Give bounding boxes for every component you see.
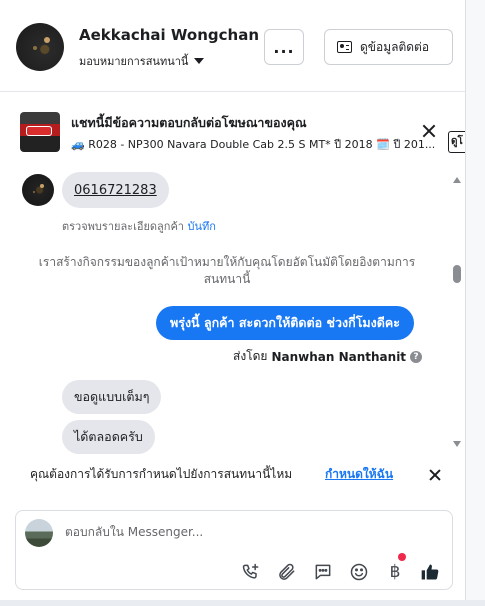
- ad-banner-title: แชทนี้มีข้อความตอบกลับต่อโฆษณาของคุณ: [71, 115, 307, 130]
- assign-reminder-bar: คุณต้องการได้รับการกำหนดไปยังการสนทนานี้…: [0, 454, 466, 496]
- thumbs-up-icon[interactable]: [419, 561, 441, 583]
- reminder-close-button[interactable]: [426, 466, 444, 484]
- contact-name[interactable]: Aekkachai Wongchan: [79, 26, 259, 44]
- close-icon: [426, 466, 444, 484]
- page-avatar: [25, 519, 53, 547]
- save-detail-link[interactable]: บันทึก: [187, 220, 215, 233]
- sent-by-label: ส่งโดย Nanwhan Nanthanit ?: [233, 347, 423, 366]
- caret-down-icon: [194, 58, 205, 64]
- thread-scrollbar[interactable]: [452, 176, 462, 450]
- sent-by-prefix: ส่งโดย: [233, 349, 268, 363]
- conversation-panel: Aekkachai Wongchan มอบหมายการสนทนานี้ ..…: [0, 0, 466, 606]
- ad-view-button[interactable]: ดูโ: [448, 131, 466, 153]
- customer-detail-text: ตรวจพบรายละเอียดลูกค้า: [62, 220, 184, 233]
- system-note: เราสร้างกิจกรรมของลูกค้าเป้าหมายให้กับคุ…: [38, 255, 416, 286]
- ad-thumbnail[interactable]: [20, 112, 60, 152]
- scroll-up-arrow-icon[interactable]: [453, 177, 461, 183]
- sender-avatar[interactable]: [22, 174, 54, 206]
- ad-banner-close-button[interactable]: [420, 122, 438, 140]
- more-options-button[interactable]: ...: [264, 29, 304, 65]
- assign-label: มอบหมายการสนทนานี้: [79, 55, 189, 68]
- message-bubble-outgoing[interactable]: พรุ่งนี้ ลูกค้า สะดวกให้ติดต่อ ช่วงกี่โม…: [156, 306, 414, 340]
- right-gutter: [466, 0, 485, 606]
- message-bubble-incoming[interactable]: 0616721283: [62, 172, 169, 208]
- assign-to-me-link[interactable]: กำหนดให้ฉัน: [325, 465, 393, 484]
- scrollbar-thumb[interactable]: [453, 265, 461, 283]
- assign-reminder-text: คุณต้องการได้รับการกำหนดไปยังการสนทนานี้…: [30, 467, 293, 481]
- message-bubble-incoming[interactable]: ขอดูแบบเต็มๆ: [62, 380, 162, 414]
- assign-conversation-dropdown[interactable]: มอบหมายการสนทนานี้: [79, 52, 205, 70]
- reply-input[interactable]: [65, 525, 365, 539]
- phone-plus-icon[interactable]: [240, 561, 262, 583]
- message-bubble-incoming[interactable]: ได้ตลอดครับ: [62, 420, 155, 454]
- contact-avatar[interactable]: [16, 23, 64, 71]
- sent-by-name: Nanwhan Nanthanit: [271, 349, 407, 364]
- baht-symbol: ฿: [389, 562, 401, 582]
- baht-icon[interactable]: ฿: [384, 553, 406, 583]
- scroll-down-arrow-icon[interactable]: [453, 441, 461, 447]
- bottom-gutter: [0, 600, 485, 606]
- view-contact-button[interactable]: ดูข้อมูลติดต่อ: [324, 29, 453, 65]
- emoji-icon[interactable]: [348, 561, 370, 583]
- ad-reply-banner: แชทนี้มีข้อความตอบกลับต่อโฆษณาของคุณ 🚙 R…: [0, 100, 466, 164]
- close-icon: [420, 122, 438, 140]
- help-icon[interactable]: ?: [410, 350, 423, 363]
- view-contact-label: ดูข้อมูลติดต่อ: [360, 39, 430, 54]
- ad-banner-subtitle[interactable]: 🚙 R028 - NP300 Navara Double Cab 2.5 S M…: [71, 135, 443, 153]
- customer-detail-notice: ตรวจพบรายละเอียดลูกค้า บันทึก: [62, 217, 216, 235]
- message-composer: ฿: [15, 510, 453, 590]
- contact-card-icon: [337, 41, 352, 53]
- saved-reply-icon[interactable]: [312, 561, 334, 583]
- conversation-header: Aekkachai Wongchan มอบหมายการสนทนานี้ ..…: [0, 0, 466, 92]
- more-icon: ...: [273, 37, 295, 57]
- attachment-icon[interactable]: [276, 561, 298, 583]
- notification-dot: [398, 553, 406, 561]
